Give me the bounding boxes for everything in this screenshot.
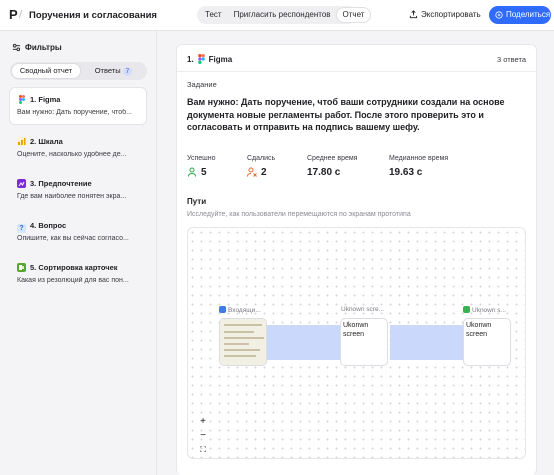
stat-value: 19.63 с xyxy=(389,167,423,178)
question-num: 4. xyxy=(30,221,37,230)
question-num: 2. xyxy=(30,137,37,146)
responses-count: 3 ответа xyxy=(496,55,526,64)
sidebar-tabs: Сводный отчет Ответы 7 xyxy=(10,62,147,80)
share-icon xyxy=(495,11,503,19)
question-type: Вопрос xyxy=(38,221,67,230)
fit-screen-button[interactable]: ⛶ xyxy=(196,443,210,457)
view-switcher: Тест Пригласить респондентов Отчет xyxy=(197,6,371,24)
question-desc: Где вам наиболее понятен экра... xyxy=(17,193,127,200)
zoom-controls: + − ⛶ xyxy=(196,415,210,457)
flow-link[interactable] xyxy=(390,325,463,360)
question-item-1[interactable]: 1. Figma Вам нужно: Дать поручение, чтоб… xyxy=(10,88,146,124)
export-icon xyxy=(409,10,418,19)
top-bar: P / Поручения и согласования Тест Пригла… xyxy=(0,0,554,31)
breadcrumb-separator: / xyxy=(19,9,23,21)
question-type: Сортировка карточек xyxy=(38,263,118,272)
sidebar: Фильтры Сводный отчет Ответы 7 1. Figma В… xyxy=(0,31,157,475)
figma-icon xyxy=(17,95,26,104)
bar-chart-icon xyxy=(17,137,26,146)
question-num: 3. xyxy=(30,179,37,188)
screen-thumbnail xyxy=(220,319,266,365)
filters-button[interactable]: Фильтры xyxy=(12,43,62,52)
node-label-text: Входящи... xyxy=(228,307,261,314)
stat-label: Сдались xyxy=(247,155,276,162)
question-item-3[interactable]: 3. Предпочтение Где вам наиболее понятен… xyxy=(10,172,146,208)
zoom-in-button[interactable]: + xyxy=(196,415,210,429)
tab-answers[interactable]: Ответы 7 xyxy=(82,64,145,78)
start-icon xyxy=(219,306,226,313)
node-label-middle: Uknown scre... xyxy=(341,306,384,313)
question-type: Figma xyxy=(38,95,61,104)
question-report-card: 1. Figma 3 ответа Задание Вам нужно: Дат… xyxy=(176,44,537,475)
stat-label: Медианное время xyxy=(389,155,449,162)
question-item-4[interactable]: ? 4. Вопрос Опишите, как вы сейчас соглас… xyxy=(10,214,146,250)
screen-node-end[interactable]: Ukonwn screen xyxy=(463,318,511,366)
node-label-start: Входящи... xyxy=(219,306,261,314)
paths-canvas[interactable]: Входящи... Uknown scre... Ukonwn screen … xyxy=(187,227,526,459)
tab-report[interactable]: Отчет xyxy=(336,8,371,22)
export-button[interactable]: Экспортировать xyxy=(409,7,481,23)
question-type: Предпочтение xyxy=(38,179,92,188)
stat-avg-time: Среднее время 17.80 с xyxy=(307,155,357,178)
question-desc: Вам нужно: Дать поручение, чтоб... xyxy=(17,109,132,116)
card-question-num: 1. xyxy=(187,55,194,64)
share-button[interactable]: Поделиться xyxy=(489,6,551,24)
stat-value: 2 xyxy=(261,167,267,178)
zoom-out-button[interactable]: − xyxy=(196,429,210,443)
question-desc: Какая из резолюций для вас пон... xyxy=(17,277,129,284)
screen-node-start[interactable] xyxy=(219,318,267,366)
question-icon: ? xyxy=(17,224,26,233)
filters-label: Фильтры xyxy=(25,43,62,52)
stat-median-time: Медианное время 19.63 с xyxy=(389,155,448,178)
flow-link[interactable] xyxy=(267,325,340,360)
stat-value: 5 xyxy=(201,167,207,178)
screen-node-middle[interactable]: Ukonwn screen xyxy=(340,318,388,366)
tab-summary[interactable]: Сводный отчет xyxy=(12,64,80,78)
app-logo[interactable]: P xyxy=(9,8,19,22)
stat-label: Среднее время xyxy=(307,155,358,162)
node-label-end: Uknown s... xyxy=(463,306,506,314)
stat-gave-up: Сдались 2 xyxy=(247,155,275,178)
task-label: Задание xyxy=(187,80,217,89)
tab-invite[interactable]: Пригласить респондентов xyxy=(228,8,337,22)
preference-icon xyxy=(17,179,26,188)
question-type: Шкала xyxy=(38,137,63,146)
paths-title: Пути xyxy=(187,197,207,206)
screen-alt-text: Ukonwn screen xyxy=(343,322,369,338)
tab-test[interactable]: Тест xyxy=(199,8,228,22)
stat-value: 17.80 с xyxy=(307,167,341,178)
card-header: 1. Figma 3 ответа xyxy=(177,45,536,72)
question-num: 5. xyxy=(30,263,37,272)
export-label: Экспортировать xyxy=(421,10,481,19)
node-label-text: Uknown s... xyxy=(472,307,506,314)
question-desc: Опишите, как вы сейчас согласо... xyxy=(17,235,129,242)
card-sort-icon xyxy=(17,263,26,272)
question-desc: Оцените, насколько удобнее де... xyxy=(17,151,127,158)
figma-icon xyxy=(197,54,205,66)
success-end-icon xyxy=(463,306,470,313)
answers-count-badge: 7 xyxy=(122,67,133,76)
question-item-5[interactable]: 5. Сортировка карточек Какая из резолюци… xyxy=(10,256,146,292)
card-question-type: Figma xyxy=(208,55,233,64)
tab-answers-label: Ответы xyxy=(94,66,121,75)
user-success-icon xyxy=(188,167,196,177)
user-giveup-icon xyxy=(247,167,257,177)
stat-success: Успешно 5 xyxy=(187,155,216,178)
stat-label: Успешно xyxy=(187,155,216,162)
filters-icon xyxy=(12,43,21,52)
paths-subtitle: Исследуйте, как пользователи перемещаютс… xyxy=(187,211,411,218)
share-label: Поделиться xyxy=(506,10,551,19)
project-title: Поручения и согласования xyxy=(29,10,157,21)
screen-alt-text: Ukonwn screen xyxy=(466,322,492,338)
task-text: Вам нужно: Дать поручение, чтоб ваши сот… xyxy=(187,97,505,132)
question-num: 1. xyxy=(30,95,37,104)
question-item-2[interactable]: 2. Шкала Оцените, насколько удобнее де..… xyxy=(10,130,146,166)
